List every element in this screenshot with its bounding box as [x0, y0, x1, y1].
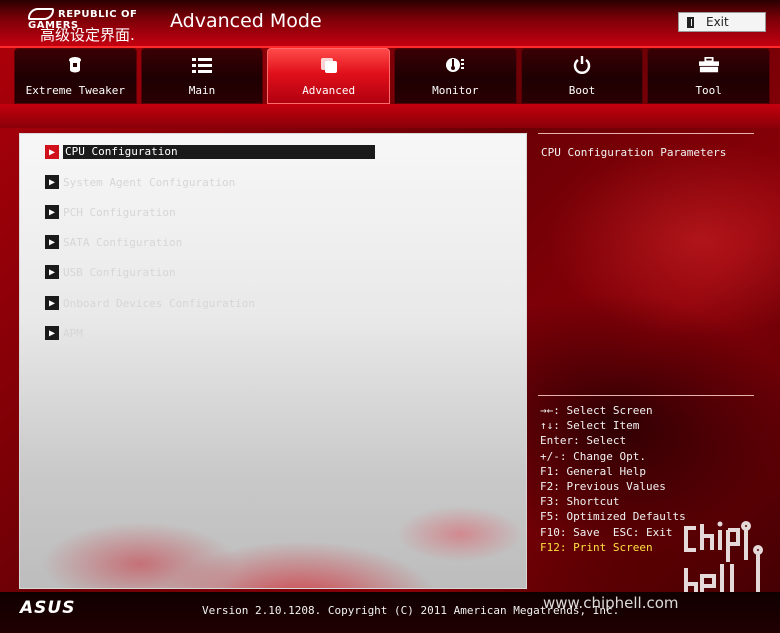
arrow-right-icon: ▶: [45, 296, 59, 310]
tab-label: Monitor: [432, 83, 479, 97]
key-legend-line: F5: Optimized Defaults: [540, 510, 686, 524]
tab-advanced[interactable]: Advanced: [267, 48, 391, 104]
header-bar: REPUBLIC OF GAMERS 高级设定界面. Advanced Mode…: [0, 0, 780, 48]
arrow-right-icon: ▶: [45, 175, 59, 189]
tab-monitor[interactable]: Monitor: [394, 48, 517, 104]
menu-item-label: CPU Configuration: [63, 145, 375, 159]
mode-title: Advanced Mode: [170, 10, 322, 32]
tab-extreme-tweaker[interactable]: Extreme Tweaker: [14, 48, 137, 104]
arrow-right-icon: ▶: [45, 235, 59, 249]
key-legend-line: F1: General Help: [540, 464, 646, 478]
thermometer-icon: [445, 56, 465, 74]
help-divider-bottom: [538, 395, 754, 396]
rog-eye-icon: [28, 8, 54, 20]
power-icon: [572, 55, 592, 74]
exit-button[interactable]: Exit: [678, 12, 766, 32]
exit-door-icon: [687, 16, 694, 28]
menu-item-label: Onboard Devices Configuration: [63, 296, 256, 310]
arrow-right-icon: ▶: [45, 265, 59, 279]
advanced-icon: [319, 56, 339, 74]
tab-boot[interactable]: Boot: [520, 48, 644, 104]
tab-label: Tool: [695, 83, 722, 97]
toolbox-icon: [698, 56, 719, 74]
tab-label: Boot: [568, 83, 596, 97]
tab-main[interactable]: Main: [140, 48, 264, 104]
tab-label: Main: [188, 83, 216, 97]
main-tabs: Extreme Tweaker Main Advanced Monitor Bo…: [14, 48, 771, 104]
menu-item-cpu-configuration[interactable]: ▶ CPU Configuration: [45, 144, 375, 160]
menu-item-label: APM: [63, 326, 83, 340]
rog-logo: REPUBLIC OF GAMERS: [28, 8, 148, 31]
help-divider-top: [538, 133, 754, 134]
key-legend-line: +/-: Change Opt.: [540, 449, 646, 463]
menu-item-usb-configuration[interactable]: ▶ USB Configuration: [45, 264, 176, 280]
menu-item-system-agent-configuration[interactable]: ▶ System Agent Configuration: [45, 174, 235, 190]
arrow-right-icon: ▶: [45, 145, 59, 159]
list-icon: [192, 56, 212, 74]
key-legend: →←: Select Screen ↑↓: Select Item Enter:…: [540, 403, 686, 555]
help-description: CPU Configuration Parameters: [541, 146, 727, 159]
key-legend-line: F10: Save ESC: Exit: [540, 525, 673, 539]
tab-label: Extreme Tweaker: [25, 83, 125, 97]
tab-tool[interactable]: Tool: [647, 48, 771, 104]
menu-item-label: System Agent Configuration: [63, 175, 236, 189]
key-legend-line: ↑↓: Select Item: [540, 419, 640, 433]
menu-item-label: PCH Configuration: [63, 205, 176, 219]
exit-label: Exit: [706, 15, 729, 29]
key-legend-line: F2: Previous Values: [540, 479, 666, 493]
key-legend-line: Enter: Select: [540, 434, 627, 448]
watermark-url: www.chiphell.com: [543, 594, 679, 612]
tab-label: Advanced: [302, 83, 356, 97]
asus-logo: ASUS: [20, 598, 76, 618]
advanced-menu-panel: ▶ CPU Configuration ▶ System Agent Confi…: [19, 133, 527, 589]
menu-item-pch-configuration[interactable]: ▶ PCH Configuration: [45, 204, 176, 220]
key-legend-line: F3: Shortcut: [540, 495, 620, 509]
tweaker-icon: [65, 56, 85, 74]
menu-item-label: SATA Configuration: [63, 235, 183, 249]
menu-item-onboard-devices-configuration[interactable]: ▶ Onboard Devices Configuration: [45, 295, 255, 311]
menu-item-label: USB Configuration: [63, 265, 176, 279]
arrow-right-icon: ▶: [45, 326, 59, 340]
page-subtitle: 高级设定界面.: [40, 26, 135, 44]
key-legend-line: →←: Select Screen: [540, 404, 653, 417]
key-legend-line-print-screen: F12: Print Screen: [540, 540, 653, 554]
arrow-right-icon: ▶: [45, 205, 59, 219]
menu-item-apm[interactable]: ▶ APM: [45, 325, 83, 341]
menu-item-sata-configuration[interactable]: ▶ SATA Configuration: [45, 234, 182, 250]
tab-underline-band: [0, 104, 780, 128]
